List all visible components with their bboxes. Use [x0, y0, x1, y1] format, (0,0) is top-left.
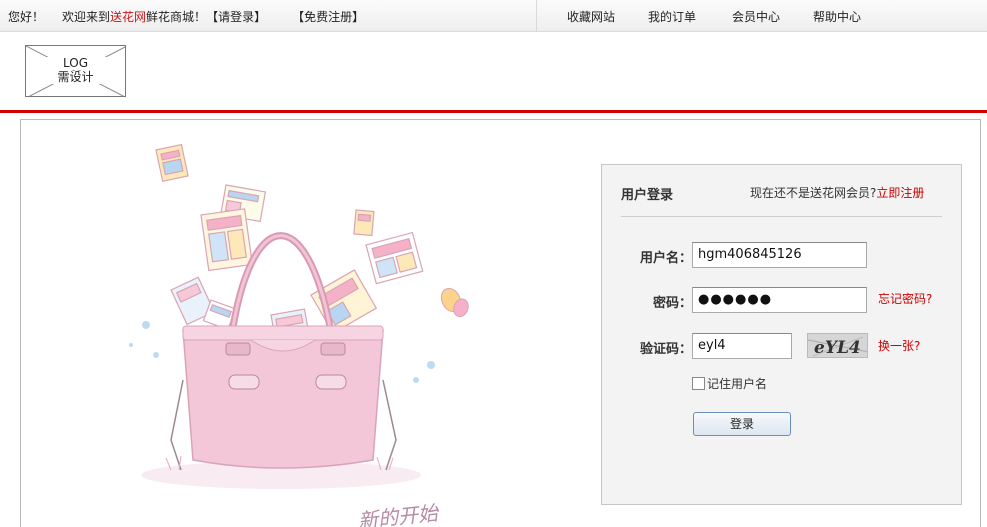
- login-submit-button[interactable]: 登录: [693, 412, 791, 436]
- handbag-illustration: 新的开始: [129, 143, 469, 527]
- remember-checkbox[interactable]: [692, 377, 705, 390]
- register-prompt: 现在还不是送花网会员?立即注册: [750, 184, 924, 201]
- main-content: 新的开始 用户登录 现在还不是送花网会员?立即注册 用户名： hgm406845…: [20, 119, 981, 527]
- nav-member-center[interactable]: 会员中心: [732, 8, 780, 25]
- logo-text-line1: LOG: [26, 57, 125, 70]
- login-link[interactable]: 【请登录】: [206, 8, 266, 25]
- captcha-image[interactable]: eYL4: [807, 333, 868, 358]
- captcha-input[interactable]: eyl4: [692, 333, 792, 359]
- register-link[interactable]: 【免费注册】: [292, 8, 364, 25]
- logo-text-line2: 需设计: [26, 71, 125, 84]
- logo-placeholder[interactable]: LOG 需设计: [25, 45, 126, 97]
- not-member-text: 现在还不是送花网会员?: [750, 186, 877, 200]
- top-bar: 您好！ 欢迎来到送花网鲜花商城！【请登录】 【免费注册】 收藏网站 我的订单 会员中…: [0, 0, 987, 32]
- password-label: 密码：: [652, 296, 692, 311]
- remember-row: 记住用户名: [692, 375, 767, 392]
- register-now-link[interactable]: 立即注册: [876, 186, 924, 200]
- username-label: 用户名：: [639, 251, 692, 266]
- welcome-prefix: 欢迎来到: [62, 10, 111, 24]
- top-bar-welcome: 您好！ 欢迎来到送花网鲜花商城！【请登录】 【免费注册】: [8, 8, 364, 25]
- login-title: 用户登录: [621, 188, 674, 203]
- panel-divider: [621, 216, 942, 217]
- nav-my-orders[interactable]: 我的订单: [648, 8, 696, 25]
- forgot-password-link[interactable]: 忘记密码?: [878, 290, 932, 307]
- greeting-text: 您好！: [8, 10, 45, 24]
- signature-text: 新的开始: [357, 501, 441, 527]
- change-captcha-link[interactable]: 换一张?: [878, 337, 920, 354]
- captcha-noise-icon: eYL4: [808, 334, 867, 358]
- header-divider: [0, 110, 987, 113]
- nav-bookmark-site[interactable]: 收藏网站: [567, 8, 615, 25]
- remember-label[interactable]: 记住用户名: [707, 377, 767, 391]
- nav-help-center[interactable]: 帮助中心: [813, 8, 861, 25]
- login-panel: 用户登录 现在还不是送花网会员?立即注册 用户名： hgm406845126 密…: [601, 164, 962, 505]
- site-name: 送花网: [110, 10, 147, 24]
- captcha-text: eYL4: [814, 338, 861, 358]
- top-nav: 收藏网站 我的订单 会员中心 帮助中心: [536, 0, 987, 32]
- username-input[interactable]: hgm406845126: [692, 242, 867, 268]
- welcome-suffix: 鲜花商城！: [146, 10, 207, 24]
- captcha-label: 验证码：: [639, 342, 692, 357]
- password-input[interactable]: ●●●●●●: [692, 287, 867, 313]
